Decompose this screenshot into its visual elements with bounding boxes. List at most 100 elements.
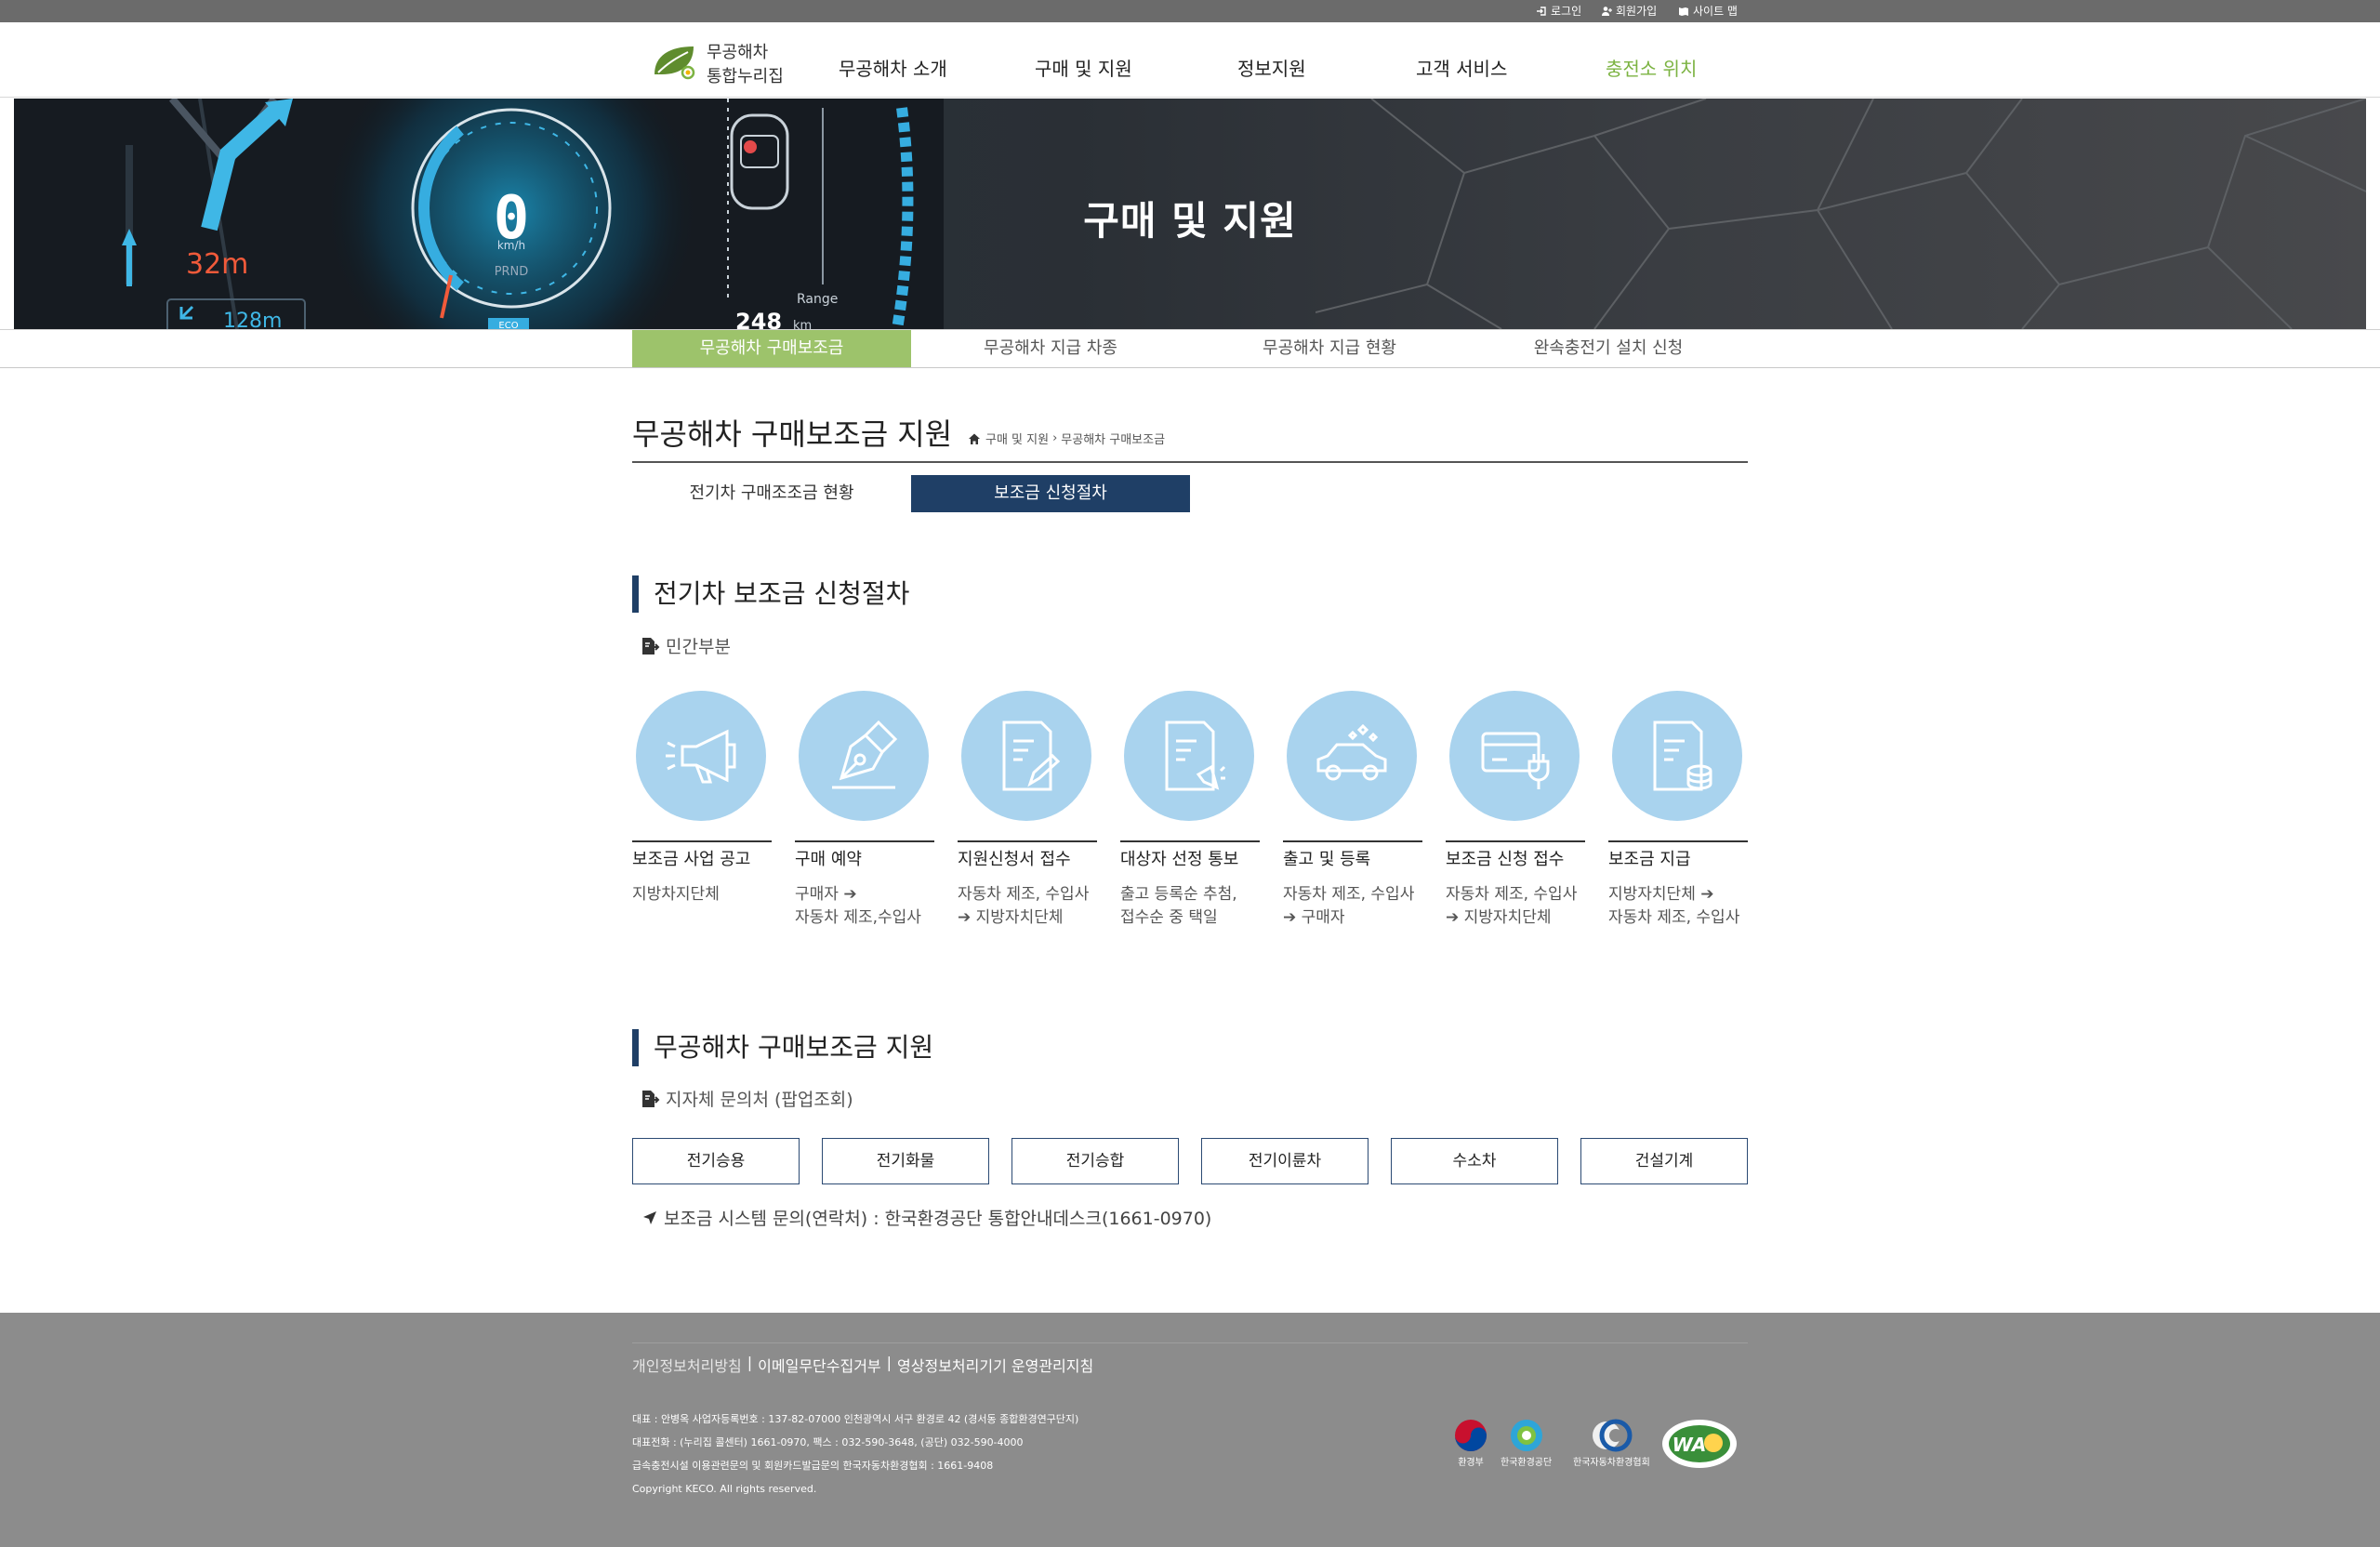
step-circle-3	[961, 691, 1091, 821]
hydrogen-car-button[interactable]: 수소차	[1391, 1138, 1558, 1184]
section-title-support: 무공해차 구매보조금 지원	[632, 1029, 933, 1066]
korea-auto-env-logo[interactable]: 한국자동차환경협회	[1573, 1417, 1650, 1468]
dash-range-unit: km	[793, 319, 812, 329]
step-desc-line: ➔ 구매자	[1283, 908, 1345, 927]
nav-customer-service[interactable]: 고객 서비스	[1416, 54, 1507, 81]
cctv-policy-link[interactable]: 영상정보처리기기 운영관리지침	[897, 1354, 1093, 1376]
step-desc-line: 구매자 ➔	[795, 885, 857, 904]
nav-charging-station[interactable]: 충전소 위치	[1606, 54, 1697, 81]
login-link[interactable]: 로그인	[1536, 3, 1581, 20]
location-arrow-icon	[643, 1210, 656, 1224]
step-desc-line: 지방자치단체 ➔	[1608, 885, 1714, 904]
private-sector-text: 민간부분	[666, 637, 731, 657]
step-desc-line: 접수순 중 택일	[1120, 908, 1218, 927]
dash-range-label: Range	[797, 292, 838, 307]
privacy-policy-link[interactable]: 개인정보처리방침	[632, 1354, 742, 1376]
footer-link-separator: |	[886, 1354, 892, 1371]
step-title-7: 보조금 지급	[1608, 850, 1691, 869]
hero-left-gutter	[0, 99, 14, 329]
footer-info-line: 대표전화 : (누리집 콜센터) 1661-0970, 팩스 : 032-590…	[632, 1436, 1024, 1448]
web-accessibility-mark[interactable]: WA	[1659, 1417, 1739, 1471]
subnav-eligible-models[interactable]: 무공해차 지급 차종	[911, 330, 1190, 367]
map-icon	[1679, 7, 1688, 16]
doc-arrow-icon	[642, 1090, 660, 1107]
wa-mark-text: WA	[1673, 1434, 1707, 1456]
page-title: 무공해차 구매보조금 지원	[632, 416, 953, 452]
user-add-icon	[1602, 7, 1612, 16]
document-pen-icon	[1002, 721, 1061, 791]
dash-next-distance: 128m	[223, 310, 282, 329]
ev-passenger-button[interactable]: 전기승용	[632, 1138, 800, 1184]
wa-certification-icon: WA	[1662, 1420, 1737, 1468]
ev-truck-button[interactable]: 전기화물	[822, 1138, 989, 1184]
dash-mode: ECO	[498, 321, 518, 329]
ministry-environment-logo[interactable]: 환경부	[1452, 1417, 1489, 1468]
step-divider	[1283, 840, 1422, 842]
ev-bus-button[interactable]: 전기승합	[1012, 1138, 1179, 1184]
megaphone-icon	[666, 729, 736, 784]
step-desc-line: 자동차 제조, 수입사	[1446, 885, 1578, 904]
subnav-payment-status[interactable]: 무공해차 지급 현황	[1190, 330, 1469, 367]
step-desc-1: 지방차지단체	[632, 883, 795, 906]
step-desc-line: ➔ 지방자치단체	[958, 908, 1064, 927]
private-sector-label: 민간부분	[640, 633, 731, 658]
construction-machine-button[interactable]: 건설기계	[1580, 1138, 1748, 1184]
heading-divider	[632, 461, 1748, 463]
step-title-3: 지원신청서 접수	[958, 850, 1071, 869]
local-gov-contact-text: 지자체 문의처 (팝업조회)	[666, 1090, 853, 1110]
login-label: 로그인	[1551, 5, 1582, 18]
ev-motorcycle-button[interactable]: 전기이륜차	[1201, 1138, 1368, 1184]
car-sparkle-icon	[1316, 723, 1387, 781]
dash-range: 248	[735, 309, 782, 329]
kaea-text: 한국자동차환경협회	[1573, 1458, 1650, 1468]
pen-nib-icon	[832, 720, 898, 789]
subnav-slow-charger[interactable]: 완속충전기 설치 신청	[1469, 330, 1748, 367]
step-divider	[1120, 840, 1260, 842]
site-footer: 개인정보처리방침 | 이메일무단수집거부 | 영상정보처리기기 운영관리지침 대…	[0, 1313, 2380, 1547]
hero-right-gutter	[2366, 99, 2380, 329]
footer-info-line: Copyright KECO. All rights reserved.	[632, 1483, 817, 1495]
step-desc-2: 구매자 ➔ 자동차 제조,수입사	[795, 883, 958, 930]
sitemap-link[interactable]: 사이트 맵	[1678, 3, 1738, 20]
signup-label: 회원가입	[1616, 5, 1658, 18]
step-circle-5	[1287, 691, 1417, 821]
breadcrumb-item-current[interactable]: 무공해차 구매보조금	[1061, 430, 1165, 447]
step-title-4: 대상자 선정 통보	[1120, 850, 1239, 869]
nav-purchase-support[interactable]: 구매 및 지원	[1035, 54, 1132, 81]
home-icon[interactable]	[967, 431, 982, 446]
step-circle-1	[636, 691, 766, 821]
nav-info-support[interactable]: 정보지원	[1237, 54, 1306, 81]
dash-distance: 32m	[186, 248, 248, 281]
keco-logo[interactable]: 한국환경공단	[1501, 1417, 1552, 1468]
site-logo[interactable]: 무공해차 통합누리집	[651, 35, 800, 87]
hero-title: 구매 및 지원	[1083, 198, 1297, 244]
step-desc-line: 자동차 제조, 수입사	[958, 885, 1090, 904]
subnav-subsidy[interactable]: 무공해차 구매보조금	[632, 330, 911, 367]
card-plug-icon	[1481, 732, 1550, 789]
tab-application-procedure[interactable]: 보조금 신청절차	[911, 475, 1190, 512]
breadcrumb-separator: ›	[1052, 431, 1058, 445]
footer-link-separator: |	[747, 1354, 753, 1371]
signup-link[interactable]: 회원가입	[1601, 3, 1657, 20]
step-desc-7: 지방자치단체 ➔ 자동차 제조, 수입사	[1608, 883, 1771, 930]
breadcrumb-item[interactable]: 구매 및 지원	[985, 430, 1049, 447]
kaea-logo-icon	[1593, 1419, 1633, 1452]
step-title-1: 보조금 사업 공고	[632, 850, 751, 869]
breadcrumb: 구매 및 지원 › 무공해차 구매보조금	[967, 430, 1165, 447]
hero-banner: 32m 128m 0 km/h PRND ECO Range 248 km 구매	[14, 99, 2366, 329]
step-divider	[1608, 840, 1748, 842]
step-title-6: 보조금 신청 접수	[1446, 850, 1565, 869]
doc-arrow-icon	[642, 637, 660, 654]
local-gov-contact-label: 지자체 문의처 (팝업조회)	[640, 1086, 853, 1111]
dash-gear: PRND	[495, 265, 529, 279]
nav-intro[interactable]: 무공해차 소개	[839, 54, 947, 81]
step-divider	[958, 840, 1097, 842]
leaf-logo-icon	[654, 46, 695, 80]
step-title-2: 구매 예약	[795, 850, 862, 869]
tab-subsidy-status[interactable]: 전기차 구매조조금 현황	[632, 475, 911, 512]
keco-text: 한국환경공단	[1501, 1458, 1553, 1468]
footer-info-line: 대표 : 안병옥 사업자등록번호 : 137-82-07000 인천광역시 서구…	[632, 1413, 1079, 1425]
email-refusal-link[interactable]: 이메일무단수집거부	[758, 1354, 880, 1376]
step-divider	[1446, 840, 1585, 842]
footer-info: 대표 : 안병옥 사업자등록번호 : 137-82-07000 인천광역시 서구…	[632, 1408, 1078, 1501]
